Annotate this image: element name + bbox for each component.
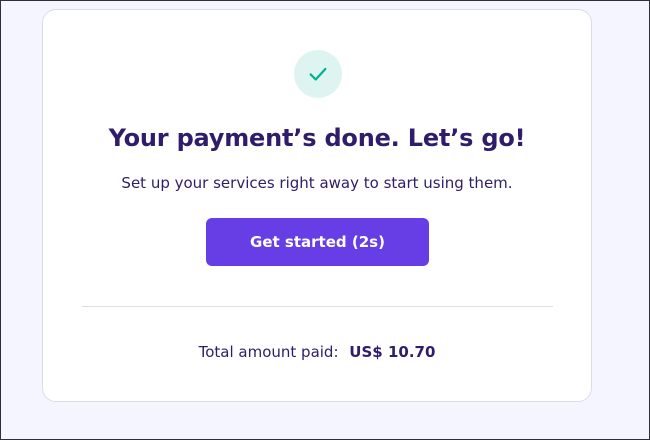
- total-paid-amount: US$ 10.70: [349, 343, 436, 361]
- total-paid-row: Total amount paid: US$ 10.70: [43, 341, 591, 363]
- page-title: Your payment’s done. Let’s go!: [108, 124, 526, 152]
- get-started-button[interactable]: Get started (2s): [206, 218, 429, 266]
- check-icon: [309, 67, 327, 81]
- total-paid-label: Total amount paid:: [198, 343, 339, 361]
- success-badge: [294, 50, 342, 98]
- payment-success-card: Your payment’s done. Let’s go! Set up yo…: [42, 9, 592, 402]
- divider: [82, 306, 553, 307]
- subtitle: Set up your services right away to start…: [121, 174, 513, 192]
